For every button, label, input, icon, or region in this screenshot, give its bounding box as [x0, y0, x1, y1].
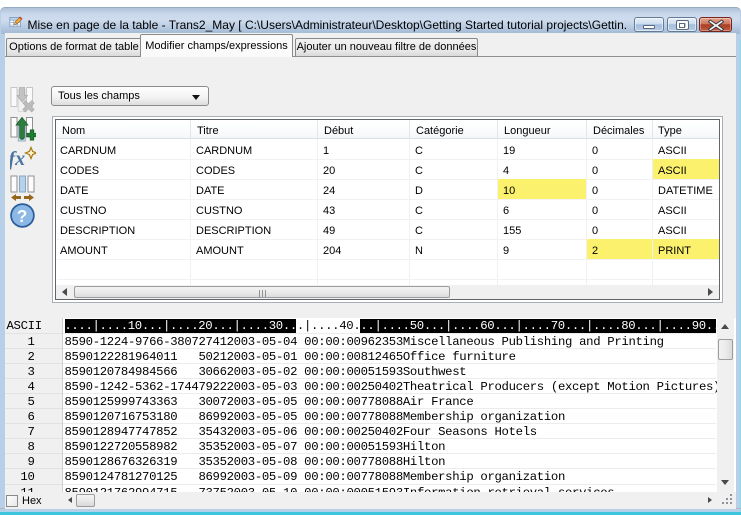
svg-text:fx: fx	[10, 148, 25, 170]
svg-text:?: ?	[17, 206, 28, 226]
